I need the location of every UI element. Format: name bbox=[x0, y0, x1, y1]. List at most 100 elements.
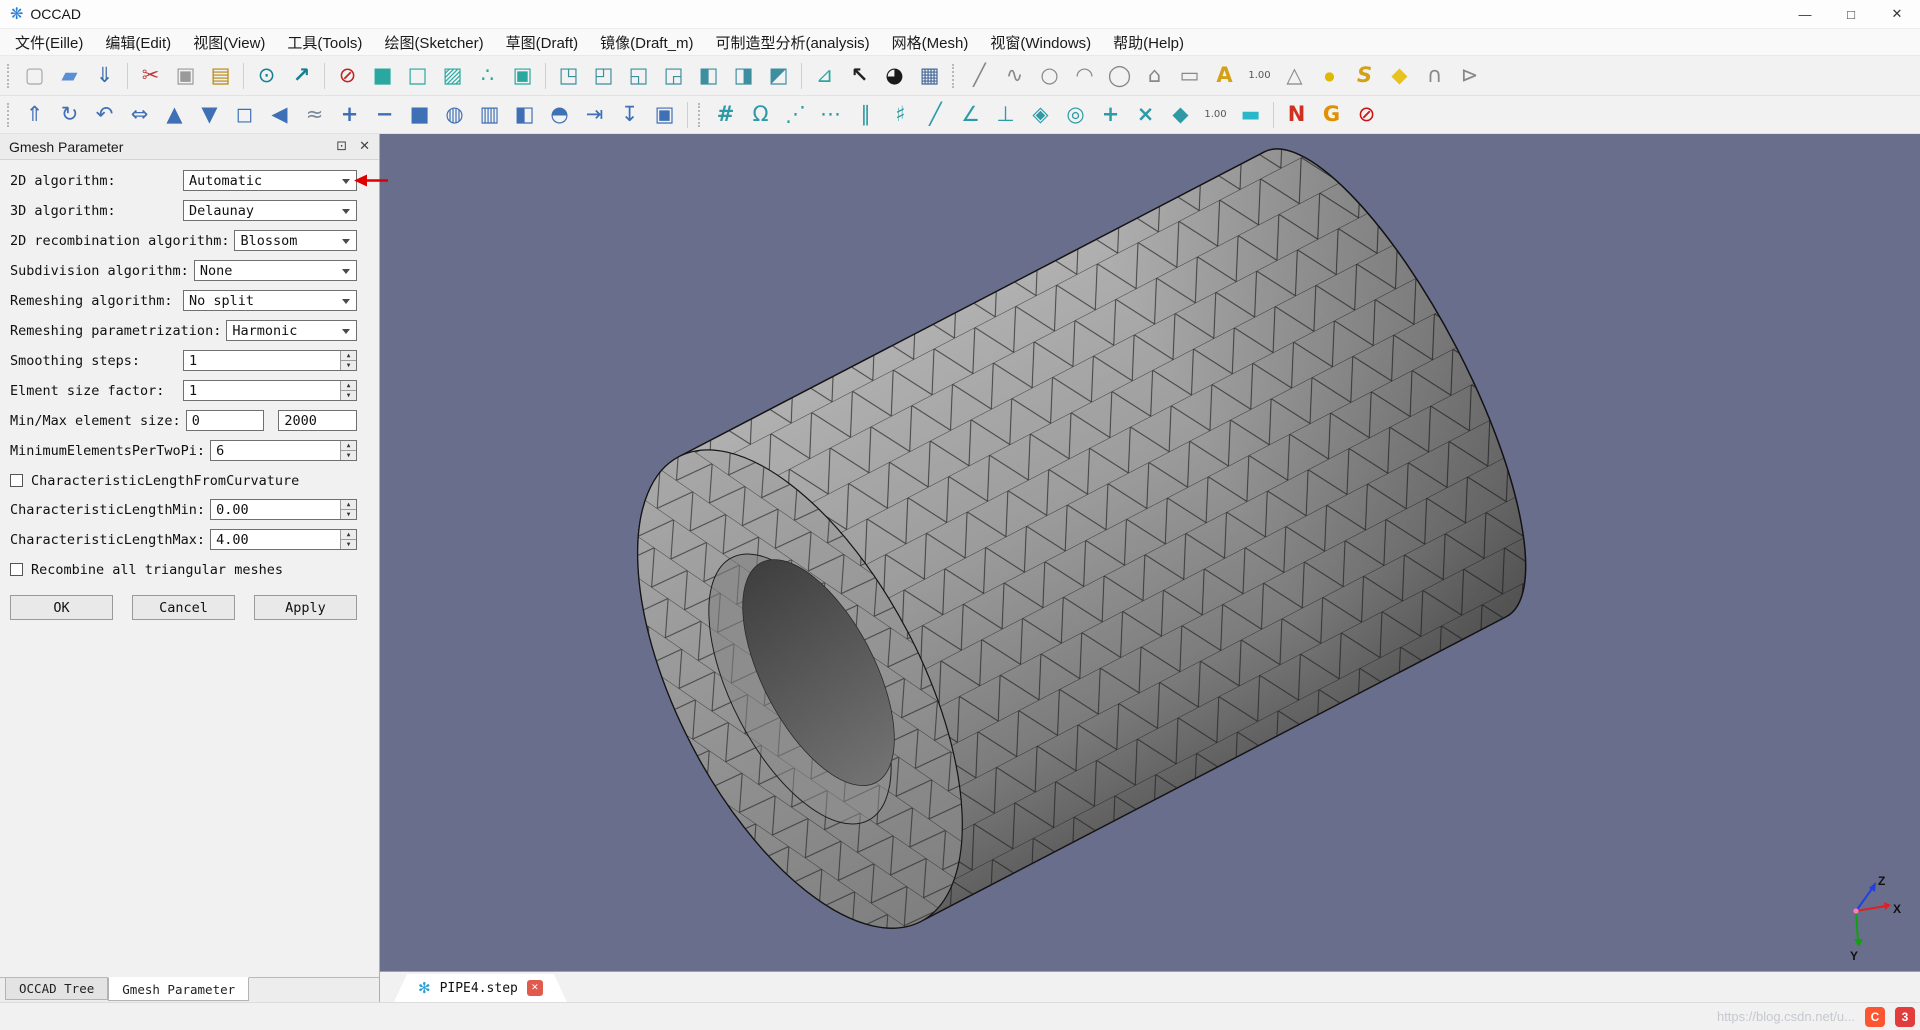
spin-down-icon[interactable]: ▼ bbox=[341, 390, 356, 400]
select-box-icon[interactable]: ◻ bbox=[227, 100, 262, 130]
display-flat-icon[interactable]: ▣ bbox=[505, 61, 540, 91]
close-tab-icon[interactable]: ✕ bbox=[527, 980, 543, 996]
sketch-face-icon[interactable]: ◆ bbox=[1382, 61, 1417, 91]
remeshing-parametrization-select[interactable]: Harmonic bbox=[226, 320, 357, 341]
sketch-text-icon[interactable]: A bbox=[1207, 61, 1242, 91]
display-hidden-line-icon[interactable]: ▨ bbox=[435, 61, 470, 91]
display-points-icon[interactable]: ∴ bbox=[470, 61, 505, 91]
menu-help[interactable]: 帮助(Help) bbox=[1102, 32, 1195, 53]
spin-up-icon[interactable]: ▲ bbox=[341, 351, 356, 360]
open-folder-icon[interactable]: ▰ bbox=[52, 61, 87, 91]
solid-box-icon[interactable]: ◆ bbox=[1163, 100, 1198, 130]
sketch-rectangle-icon[interactable]: ▭ bbox=[1172, 61, 1207, 91]
rotate-icon[interactable]: ↻ bbox=[52, 100, 87, 130]
add-icon[interactable]: + bbox=[332, 100, 367, 130]
angle-line-icon[interactable]: ∠ bbox=[953, 100, 988, 130]
parallel-icon[interactable]: ∥ bbox=[848, 100, 883, 130]
view-axonometric-icon[interactable]: ◳ bbox=[551, 61, 586, 91]
mesh-off-icon[interactable]: ⊘ bbox=[1349, 100, 1384, 130]
snap-grid-icon[interactable]: # bbox=[708, 100, 743, 130]
cancel-button[interactable]: Cancel bbox=[132, 595, 235, 620]
sketch-tag-icon[interactable]: ⊳ bbox=[1452, 61, 1487, 91]
pipe-mesh-canvas[interactable] bbox=[380, 134, 1920, 971]
project-icon[interactable]: ⇥ bbox=[577, 100, 612, 130]
rotate-back-icon[interactable]: ↶ bbox=[87, 100, 122, 130]
cube-icon[interactable]: ■ bbox=[402, 100, 437, 130]
plane-rect-icon[interactable]: ▬ bbox=[1233, 100, 1268, 130]
2d-recombination-select[interactable]: Blossom bbox=[234, 230, 357, 251]
display-wireframe-icon[interactable]: □ bbox=[400, 61, 435, 91]
spin-up-icon[interactable]: ▲ bbox=[341, 500, 356, 509]
arrow-up-icon[interactable]: ▲ bbox=[157, 100, 192, 130]
characteristic-length-max-input[interactable]: 4.00 ▲ ▼ bbox=[210, 529, 357, 550]
menu-analysis[interactable]: 可制造型分析(analysis) bbox=[704, 32, 880, 53]
constraint-lock-icon[interactable]: Ω bbox=[743, 100, 778, 130]
color-palette-icon[interactable]: ◕ bbox=[877, 61, 912, 91]
apply-button[interactable]: Apply bbox=[254, 595, 357, 620]
new-file-icon[interactable]: ▢ bbox=[17, 61, 52, 91]
spin-up-icon[interactable]: ▲ bbox=[341, 530, 356, 539]
delete-point-icon[interactable]: × bbox=[1128, 100, 1163, 130]
sketch-dimension-icon[interactable]: 1.00 bbox=[1242, 61, 1277, 91]
view-rear-icon[interactable]: ◧ bbox=[691, 61, 726, 91]
dome-icon[interactable]: ◓ bbox=[542, 100, 577, 130]
smoothing-steps-input[interactable]: 1 ▲ ▼ bbox=[183, 350, 357, 371]
select-cursor-icon[interactable]: ↖ bbox=[842, 61, 877, 91]
arrow-down-icon[interactable]: ▼ bbox=[192, 100, 227, 130]
gmsh-mesh-icon[interactable]: G bbox=[1314, 100, 1349, 130]
perpendicular-icon[interactable]: ⊥ bbox=[988, 100, 1023, 130]
menu-tools[interactable]: 工具(Tools) bbox=[276, 32, 373, 53]
save-icon[interactable]: ⇓ bbox=[87, 61, 122, 91]
close-panel-icon[interactable]: ✕ bbox=[359, 139, 370, 154]
sketch-arc-icon[interactable]: ◠ bbox=[1067, 61, 1102, 91]
sketch-ellipse-icon[interactable]: ◯ bbox=[1102, 61, 1137, 91]
menu-file[interactable]: 文件(Eille) bbox=[4, 32, 94, 53]
construction-dots-icon[interactable]: ⋰ bbox=[778, 100, 813, 130]
spin-down-icon[interactable]: ▼ bbox=[341, 539, 356, 549]
spin-up-icon[interactable]: ▲ bbox=[341, 441, 356, 450]
move-horizontal-icon[interactable]: ⇔ bbox=[122, 100, 157, 130]
recombine-all-triangular-meshes-checkbox[interactable] bbox=[10, 563, 23, 576]
window-fit-icon[interactable]: ▣ bbox=[647, 100, 682, 130]
3d-algorithm-select[interactable]: Delaunay bbox=[183, 200, 357, 221]
view-top-icon[interactable]: ◱ bbox=[621, 61, 656, 91]
menu-sketcher[interactable]: 绘图(Sketcher) bbox=[373, 32, 494, 53]
sketch-point-icon[interactable]: ● bbox=[1312, 61, 1347, 91]
spin-up-icon[interactable]: ▲ bbox=[341, 381, 356, 390]
spin-down-icon[interactable]: ▼ bbox=[341, 450, 356, 460]
zoom-window-icon[interactable]: ⊙ bbox=[249, 61, 284, 91]
sketch-polygon-icon[interactable]: ⌂ bbox=[1137, 61, 1172, 91]
pan-move-icon[interactable]: ⇑ bbox=[17, 100, 52, 130]
paste-icon[interactable]: ▤ bbox=[203, 61, 238, 91]
view-right-icon[interactable]: ◲ bbox=[656, 61, 691, 91]
document-tab[interactable]: ✻ PIPE4.step ✕ bbox=[394, 974, 567, 1002]
sketch-polyline-icon[interactable]: ∿ bbox=[997, 61, 1032, 91]
minimize-button[interactable]: — bbox=[1782, 0, 1828, 28]
minimum-elements-per-two-pi-input[interactable]: 6 ▲ ▼ bbox=[210, 440, 357, 461]
sketch-circle-icon[interactable]: ○ bbox=[1032, 61, 1067, 91]
smooth-curve-icon[interactable]: ≈ bbox=[297, 100, 332, 130]
add-point-icon[interactable]: + bbox=[1093, 100, 1128, 130]
sketch-handles-icon[interactable]: ∩ bbox=[1417, 61, 1452, 91]
measure-icon[interactable]: ⊿ bbox=[807, 61, 842, 91]
tab-gmesh-parameter[interactable]: Gmesh Parameter bbox=[108, 977, 250, 1001]
view-front-icon[interactable]: ◰ bbox=[586, 61, 621, 91]
3d-viewport[interactable]: Z X Y bbox=[380, 134, 1920, 971]
view-left-icon[interactable]: ◩ bbox=[761, 61, 796, 91]
float-panel-icon[interactable]: ⊡ bbox=[336, 139, 347, 154]
subtract-icon[interactable]: − bbox=[367, 100, 402, 130]
axes-cross-icon[interactable]: ♯ bbox=[883, 100, 918, 130]
diagonal-line-icon[interactable]: ╱ bbox=[918, 100, 953, 130]
cone-view-icon[interactable]: ◀ bbox=[262, 100, 297, 130]
menu-mesh[interactable]: 网格(Mesh) bbox=[881, 32, 980, 53]
close-button[interactable]: ✕ bbox=[1874, 0, 1920, 28]
remeshing-algorithm-select[interactable]: No split bbox=[183, 290, 357, 311]
ok-button[interactable]: OK bbox=[10, 595, 113, 620]
tab-occad-tree[interactable]: OCCAD Tree bbox=[5, 978, 109, 1000]
sphere-icon[interactable]: ◍ bbox=[437, 100, 472, 130]
mirror-icon[interactable]: ◧ bbox=[507, 100, 542, 130]
display-off-icon[interactable]: ⊘ bbox=[330, 61, 365, 91]
ellipsis-dots-icon[interactable]: ⋯ bbox=[813, 100, 848, 130]
menu-edit[interactable]: 编辑(Edit) bbox=[94, 32, 182, 53]
max-element-size-input[interactable]: 2000 bbox=[278, 410, 357, 431]
